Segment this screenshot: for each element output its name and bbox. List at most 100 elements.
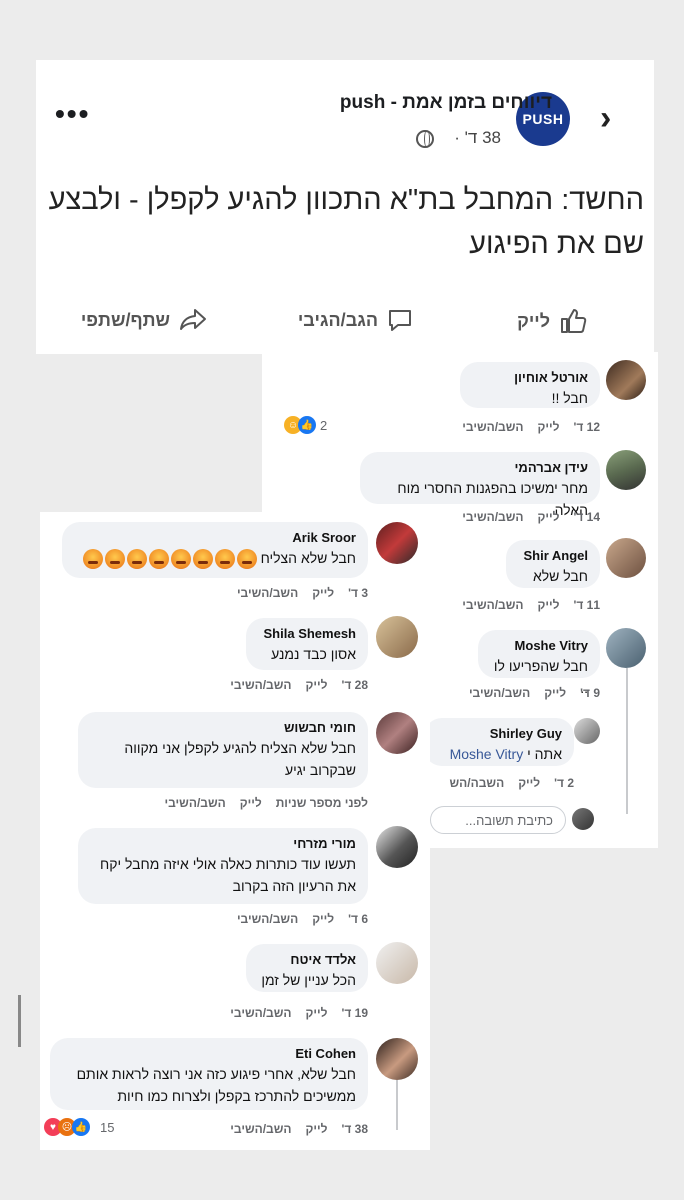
comment-author[interactable]: עידן אברהמי (372, 460, 589, 475)
comment-author[interactable]: Shila Shemesh (258, 626, 356, 641)
comment-author[interactable]: Moshe Vitry (490, 638, 588, 653)
comment-like-link[interactable]: לייק (240, 796, 262, 810)
back-chevron-icon[interactable]: › (600, 98, 611, 138)
comment-time: 11 ד' (573, 598, 600, 612)
comment-text: אסון כבד נמנע (271, 646, 356, 662)
comment-meta: 3 ד' לייק השב/השיבי (223, 586, 368, 600)
comment-like-link[interactable]: לייק (306, 1122, 328, 1136)
comment-reactions[interactable]: ♥ ☹ 👍 15 (44, 1118, 114, 1136)
mention-link[interactable]: Moshe Vitry (450, 746, 524, 762)
avatar[interactable] (606, 628, 646, 668)
comment-meta: לפני מספר שניות לייק השב/השיבי (150, 796, 368, 810)
comment-time: 38 ד' (341, 1122, 368, 1136)
comment-reply-link[interactable]: השב/השיבי (230, 1006, 291, 1020)
avatar (572, 808, 594, 830)
like-thumb-icon (561, 309, 587, 333)
post-headline: החשד: המחבל בת"א התכוון להגיע לקפלן - ול… (48, 184, 644, 260)
comment-reply-link[interactable]: השב/השיבי (462, 510, 523, 524)
comment-bubble: Shila Shemesh אסון כבד נמנע (246, 618, 368, 670)
comment-label: הגב/הגיבי (297, 309, 378, 330)
avatar[interactable] (606, 450, 646, 490)
reply-input[interactable]: כתיבת תשובה... (430, 806, 566, 834)
comment-text: חבל !! (551, 390, 588, 406)
avatar[interactable] (376, 942, 418, 984)
avatar[interactable] (376, 616, 418, 658)
comment-bubble: עידן אברהמי מחר ימשיכו בהפגנות החסרי מוח… (360, 452, 600, 518)
comment-like-link[interactable]: לייק (538, 510, 560, 524)
more-dots-icon[interactable]: ••• (55, 100, 90, 128)
comment-bubble: אלדד איטח הכל עניין של זמן (246, 944, 368, 992)
avatar[interactable] (606, 538, 646, 578)
comment-author[interactable]: Arik Sroor (74, 530, 356, 545)
thread-line (626, 668, 628, 814)
comment-meta: 12 ד' לייק השב/השיבי (448, 420, 600, 434)
avatar[interactable] (376, 712, 418, 754)
comment-like-link[interactable]: לייק (538, 420, 560, 434)
comment-time: 28 ד' (341, 678, 368, 692)
comment-bubble: Arik Sroor חבל שלא הצליח (62, 522, 368, 578)
comment-meta: 6 ד' לייק השב/השיבי (223, 912, 368, 926)
comment-reply-link[interactable]: השב/השיבי (462, 420, 523, 434)
comment-button[interactable]: הגב/הגיבי (298, 306, 414, 334)
scroll-indicator[interactable] (18, 995, 21, 1047)
comment-like-link[interactable]: לייק (306, 1006, 328, 1020)
comment-reply-link[interactable]: השב/השיבי (164, 796, 225, 810)
comment-reply-link[interactable]: השב/השיבי (237, 912, 298, 926)
comment-author[interactable]: Eti Cohen (62, 1046, 356, 1061)
comment-like-link[interactable]: לייק (306, 678, 328, 692)
comment-meta: 2 ד' לייק השבה/הש (436, 776, 574, 790)
comment-reply-link[interactable]: השב/השיבי (469, 686, 530, 700)
angry-emoji-icon (81, 549, 257, 570)
comment-bubble: Shirley Guy אתה י Moshe Vitry (424, 718, 574, 766)
comment-author[interactable]: Shir Angel (518, 548, 588, 563)
share-label: שתף/שתפי (80, 309, 170, 330)
comment-reply-link[interactable]: השב/השיבי (230, 678, 291, 692)
comment-like-link[interactable]: לייק (538, 598, 560, 612)
comment-time: 2 ד' (554, 776, 574, 790)
reaction-count: 15 (100, 1119, 115, 1135)
comment-author[interactable]: חומי חבשוש (90, 720, 356, 735)
avatar[interactable] (574, 718, 600, 744)
avatar[interactable] (606, 360, 646, 400)
comment-bubble: Shir Angel חבל שלא (506, 540, 600, 588)
comment-like-link[interactable]: לייק (312, 912, 334, 926)
comment-bubble: חומי חבשוש חבל שלא הצליח להגיע לקפלן אני… (78, 712, 368, 788)
comment-icon (389, 310, 411, 331)
comment-like-link[interactable]: לייק (544, 686, 566, 700)
page-name[interactable]: דיווחים בזמן אמת - push (340, 92, 552, 114)
post-time: 38 ד' · (454, 128, 501, 147)
comment-time: 14 ד' (573, 510, 600, 524)
comment-time: לפני מספר שניות (275, 796, 368, 810)
comment-reply-link[interactable]: השבה/הש (450, 776, 505, 790)
comment-reply-link[interactable]: השב/השיבי (237, 586, 298, 600)
comment-like-link[interactable]: לייק (518, 776, 540, 790)
reaction-count: 2 (320, 417, 328, 433)
like-button[interactable]: לייק (517, 306, 588, 336)
thread-line (396, 1080, 398, 1130)
share-button[interactable]: שתף/שתפי (81, 306, 208, 334)
comment-text: תעשו עוד כותרות כאלה אולי איזה מחבל יקח … (100, 856, 356, 894)
comment-reactions[interactable]: ☺ 👍 2 (284, 416, 327, 434)
comment-text: אתה י (527, 746, 562, 762)
comment-text: חבל שלא (532, 568, 588, 584)
comment-meta: 14 ד' לייק השב/השיבי (448, 510, 600, 524)
comment-author[interactable]: אלדד איטח (258, 952, 356, 967)
comment-meta: 19 ד' לייק השב/השיבי (216, 1006, 368, 1020)
comment-meta: 11 ד' לייק השב/השיבי (448, 598, 600, 612)
comment-text: חבל שלא הצליח להגיע לקפלן אני מקווה שבקר… (124, 740, 356, 778)
comment-author[interactable]: Shirley Guy (436, 726, 562, 741)
globe-icon (416, 130, 434, 148)
comment-reply-link[interactable]: השב/השיבי (462, 598, 523, 612)
comment-like-link[interactable]: לייק (312, 586, 334, 600)
comment-text: חבל שלא הצליח (260, 550, 356, 566)
comment-meta: 38 ד' לייק השב/השיבי (216, 1122, 368, 1136)
comment-author[interactable]: מורי מזרחי (90, 836, 356, 851)
comment-bubble: אורטל אוחיון חבל !! (460, 362, 600, 408)
avatar[interactable] (376, 522, 418, 564)
comment-bubble: מורי מזרחי תעשו עוד כותרות כאלה אולי איז… (78, 828, 368, 904)
comment-reply-link[interactable]: השב/השיבי (230, 1122, 291, 1136)
avatar[interactable] (376, 826, 418, 868)
comment-author[interactable]: אורטל אוחיון (472, 370, 588, 385)
avatar[interactable] (376, 1038, 418, 1080)
comment-text: הכל עניין של זמן (261, 972, 356, 988)
